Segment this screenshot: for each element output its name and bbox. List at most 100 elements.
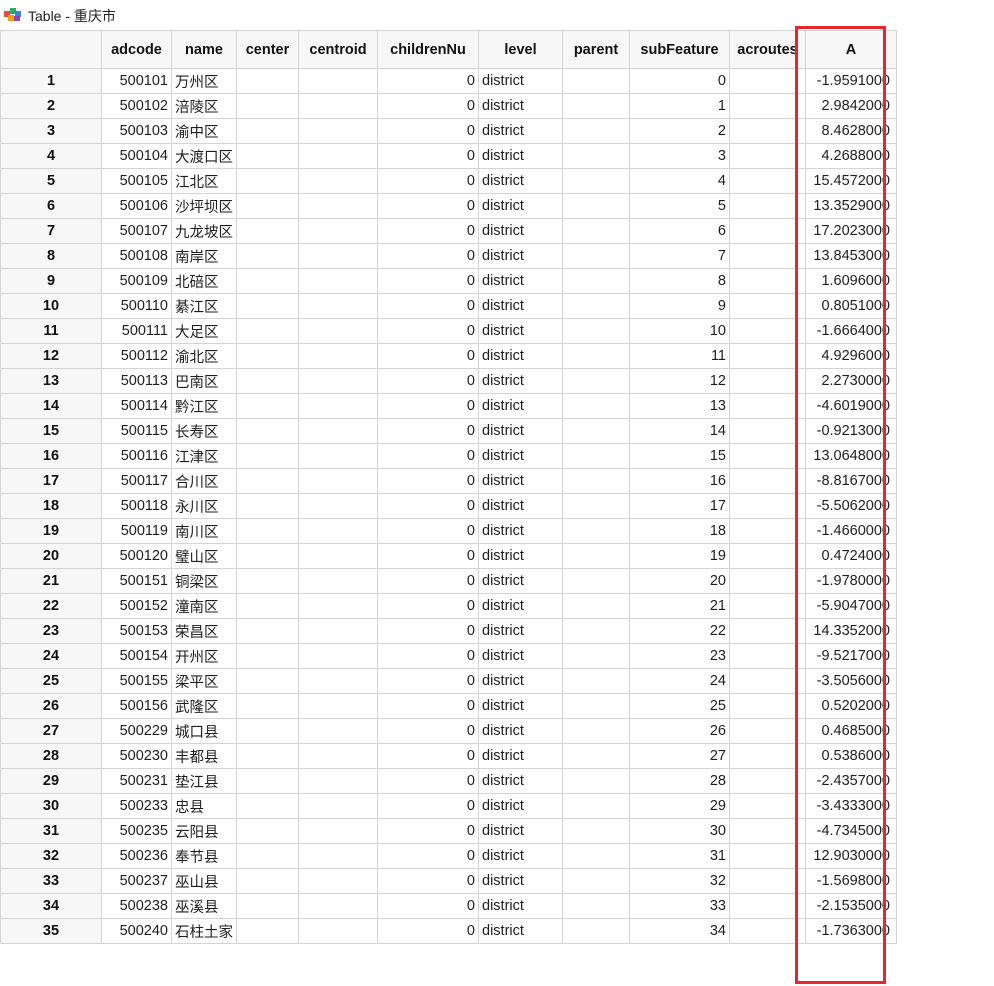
table-row[interactable]: 3 500103 渝中区 0 district 2 8.4628000 (0, 118, 897, 144)
cell-level[interactable]: district (478, 318, 563, 344)
cell-childrennum[interactable]: 0 (377, 293, 479, 319)
cell-childrennum[interactable]: 0 (377, 843, 479, 869)
cell-level[interactable]: district (478, 143, 563, 169)
cell-subfeature[interactable]: 23 (629, 643, 730, 669)
cell-name[interactable]: 九龙坡区 (171, 218, 237, 244)
table-row[interactable]: 12 500112 渝北区 0 district 11 4.9296000 (0, 343, 897, 369)
cell-acroutes[interactable] (729, 218, 806, 244)
row-number[interactable]: 11 (0, 318, 102, 344)
cell-a[interactable]: 2.2730000 (805, 368, 897, 394)
cell-adcode[interactable]: 500112 (101, 343, 172, 369)
cell-childrennum[interactable]: 0 (377, 193, 479, 219)
cell-centroid[interactable] (298, 693, 378, 719)
cell-level[interactable]: district (478, 743, 563, 769)
cell-adcode[interactable]: 500104 (101, 143, 172, 169)
cell-a[interactable]: 0.4685000 (805, 718, 897, 744)
row-number[interactable]: 24 (0, 643, 102, 669)
cell-name[interactable]: 永川区 (171, 493, 237, 519)
cell-parent[interactable] (562, 618, 630, 644)
table-row[interactable]: 1 500101 万州区 0 district 0 -1.9591000 (0, 68, 897, 94)
cell-parent[interactable] (562, 718, 630, 744)
cell-subfeature[interactable]: 14 (629, 418, 730, 444)
cell-center[interactable] (236, 193, 299, 219)
table-row[interactable]: 17 500117 合川区 0 district 16 -8.8167000 (0, 468, 897, 494)
cell-adcode[interactable]: 500102 (101, 93, 172, 119)
cell-a[interactable]: -1.6664000 (805, 318, 897, 344)
cell-acroutes[interactable] (729, 743, 806, 769)
cell-childrennum[interactable]: 0 (377, 443, 479, 469)
cell-childrennum[interactable]: 0 (377, 268, 479, 294)
cell-name[interactable]: 丰都县 (171, 743, 237, 769)
cell-centroid[interactable] (298, 293, 378, 319)
cell-childrennum[interactable]: 0 (377, 493, 479, 519)
row-number[interactable]: 15 (0, 418, 102, 444)
cell-parent[interactable] (562, 243, 630, 269)
table-row[interactable]: 32 500236 奉节县 0 district 31 12.9030000 (0, 843, 897, 869)
row-number[interactable]: 6 (0, 193, 102, 219)
cell-parent[interactable] (562, 643, 630, 669)
cell-a[interactable]: -1.7363000 (805, 918, 897, 944)
cell-childrennum[interactable]: 0 (377, 918, 479, 944)
cell-adcode[interactable]: 500235 (101, 818, 172, 844)
column-header-parent[interactable]: parent (562, 30, 630, 69)
cell-a[interactable]: 4.2688000 (805, 143, 897, 169)
cell-name[interactable]: 綦江区 (171, 293, 237, 319)
cell-childrennum[interactable]: 0 (377, 68, 479, 94)
cell-name[interactable]: 荣昌区 (171, 618, 237, 644)
cell-name[interactable]: 南川区 (171, 518, 237, 544)
cell-centroid[interactable] (298, 793, 378, 819)
cell-parent[interactable] (562, 268, 630, 294)
cell-adcode[interactable]: 500116 (101, 443, 172, 469)
cell-name[interactable]: 武隆区 (171, 693, 237, 719)
cell-center[interactable] (236, 768, 299, 794)
cell-acroutes[interactable] (729, 393, 806, 419)
cell-name[interactable]: 铜梁区 (171, 568, 237, 594)
row-number[interactable]: 16 (0, 443, 102, 469)
cell-centroid[interactable] (298, 193, 378, 219)
cell-a[interactable]: 0.5386000 (805, 743, 897, 769)
cell-name[interactable]: 巫溪县 (171, 893, 237, 919)
cell-center[interactable] (236, 318, 299, 344)
table-row[interactable]: 34 500238 巫溪县 0 district 33 -2.1535000 (0, 893, 897, 919)
cell-a[interactable]: 8.4628000 (805, 118, 897, 144)
cell-parent[interactable] (562, 418, 630, 444)
table-row[interactable]: 35 500240 石柱土家 0 district 34 -1.7363000 (0, 918, 897, 944)
cell-childrennum[interactable]: 0 (377, 868, 479, 894)
cell-adcode[interactable]: 500151 (101, 568, 172, 594)
cell-adcode[interactable]: 500118 (101, 493, 172, 519)
cell-a[interactable]: 0.4724000 (805, 543, 897, 569)
column-header-name[interactable]: name (171, 30, 237, 69)
cell-centroid[interactable] (298, 618, 378, 644)
cell-childrennum[interactable]: 0 (377, 543, 479, 569)
cell-level[interactable]: district (478, 718, 563, 744)
row-number[interactable]: 26 (0, 693, 102, 719)
table-row[interactable]: 24 500154 开州区 0 district 23 -9.5217000 (0, 643, 897, 669)
cell-adcode[interactable]: 500240 (101, 918, 172, 944)
cell-name[interactable]: 大足区 (171, 318, 237, 344)
cell-childrennum[interactable]: 0 (377, 643, 479, 669)
cell-centroid[interactable] (298, 168, 378, 194)
table-row[interactable]: 5 500105 江北区 0 district 4 15.4572000 (0, 168, 897, 194)
table-row[interactable]: 21 500151 铜梁区 0 district 20 -1.9780000 (0, 568, 897, 594)
cell-childrennum[interactable]: 0 (377, 318, 479, 344)
cell-level[interactable]: district (478, 918, 563, 944)
cell-center[interactable] (236, 468, 299, 494)
cell-childrennum[interactable]: 0 (377, 518, 479, 544)
cell-acroutes[interactable] (729, 668, 806, 694)
cell-acroutes[interactable] (729, 468, 806, 494)
cell-acroutes[interactable] (729, 93, 806, 119)
table-row[interactable]: 10 500110 綦江区 0 district 9 0.8051000 (0, 293, 897, 319)
cell-level[interactable]: district (478, 493, 563, 519)
cell-name[interactable]: 江北区 (171, 168, 237, 194)
cell-level[interactable]: district (478, 793, 563, 819)
row-number[interactable]: 18 (0, 493, 102, 519)
table-row[interactable]: 31 500235 云阳县 0 district 30 -4.7345000 (0, 818, 897, 844)
cell-parent[interactable] (562, 918, 630, 944)
cell-a[interactable]: -1.4660000 (805, 518, 897, 544)
cell-name[interactable]: 万州区 (171, 68, 237, 94)
table-row[interactable]: 2 500102 涪陵区 0 district 1 2.9842000 (0, 93, 897, 119)
cell-level[interactable]: district (478, 443, 563, 469)
table-row[interactable]: 22 500152 潼南区 0 district 21 -5.9047000 (0, 593, 897, 619)
cell-a[interactable]: -3.5056000 (805, 668, 897, 694)
cell-adcode[interactable]: 500108 (101, 243, 172, 269)
